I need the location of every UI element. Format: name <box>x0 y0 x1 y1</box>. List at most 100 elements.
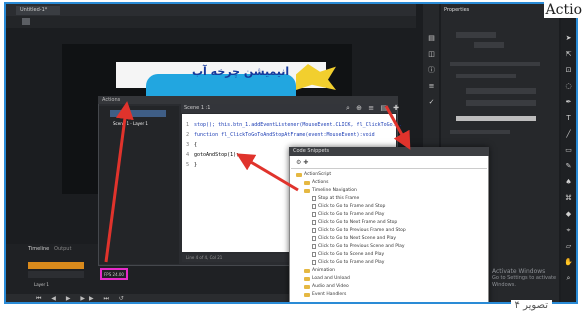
banner-title: انیمیشن چرخه آب <box>192 65 290 78</box>
tab-timeline[interactable]: Timeline <box>28 246 49 252</box>
snippet-label: Click to Go to Previous Frame and Stop <box>318 228 406 233</box>
pen-icon[interactable]: ✒ <box>564 98 573 107</box>
snippet-icon <box>312 212 316 217</box>
playback-controls[interactable]: ⏮ ◀ ▶ ▶▶ ⏭ ↺ <box>36 295 128 302</box>
layer-label: Layer 1 <box>34 282 49 287</box>
bone-icon[interactable]: ⌘ <box>564 194 573 203</box>
snippet-folder[interactable]: Actions <box>304 180 328 185</box>
code-line: function fl_ClickToGoToAndStopAtFrame(ev… <box>194 132 375 138</box>
line-number: 4 <box>186 152 190 158</box>
hand-icon[interactable]: ✋ <box>564 258 573 267</box>
folder-icon <box>304 276 310 281</box>
props-slider[interactable] <box>456 116 536 121</box>
figure-caption: تصویر ۴ <box>510 300 552 311</box>
snippet-icon <box>312 228 316 233</box>
snippet-folder[interactable]: ActionScript <box>296 172 331 177</box>
snippet-item[interactable]: Click to Go to Frame and Stop <box>312 204 385 209</box>
script-tab[interactable]: Scene 1 :1 <box>184 105 210 111</box>
selection-icon[interactable]: ➤ <box>564 34 573 43</box>
props-row <box>450 62 540 66</box>
pencil-icon[interactable]: ✎ <box>564 162 573 171</box>
eyedropper-icon[interactable]: ⌖ <box>564 226 573 235</box>
text-tool-icon[interactable]: T <box>564 114 573 123</box>
snippet-label: Stop at this Frame <box>318 196 360 201</box>
snippet-item[interactable]: Click to Go to Previous Scene and Play <box>312 244 405 249</box>
snippet-label: Timeline Navigation <box>312 188 357 193</box>
folder-icon <box>304 284 310 289</box>
snippet-icon <box>312 244 316 249</box>
snippet-icon <box>312 204 316 209</box>
frame-label: FPS 24.00 <box>104 272 124 277</box>
corner-label: Actio <box>543 2 584 18</box>
document-tab[interactable]: Untitled-1* <box>16 6 60 15</box>
info-icon[interactable]: ⓘ <box>427 66 436 75</box>
snippet-icon <box>312 252 316 257</box>
snippet-label: Load and Unload <box>312 276 350 281</box>
props-row <box>450 130 510 134</box>
snippet-label: Click to Go to Next Frame and Stop <box>318 220 398 225</box>
line-number: 5 <box>186 162 190 168</box>
snippet-folder[interactable]: Timeline Navigation <box>304 188 357 193</box>
scene-icon[interactable] <box>22 18 30 25</box>
snippet-item[interactable]: Click to Go to Frame and Play <box>312 260 384 265</box>
edit-bar <box>6 16 416 28</box>
snippet-folder[interactable]: Event Handlers <box>304 292 346 297</box>
line-tool-icon[interactable]: ╱ <box>564 130 573 139</box>
snippet-label: Click to Go to Frame and Play <box>318 260 385 265</box>
props-field[interactable] <box>466 88 536 94</box>
divider <box>291 168 487 169</box>
line-number: 2 <box>186 132 190 138</box>
snippet-folder[interactable]: Load and Unload <box>304 276 350 281</box>
transform-tool-icon[interactable]: ⊡ <box>564 66 573 75</box>
props-field[interactable] <box>466 100 536 106</box>
snippet-folder[interactable]: Audio and Video <box>304 284 349 289</box>
snippet-label: Click to Go to Frame and Play <box>318 212 385 217</box>
snippet-item[interactable]: Click to Go to Previous Frame and Stop <box>312 228 406 233</box>
timeline-tabs: Timeline Output <box>28 246 71 252</box>
snippet-item[interactable]: Stop at this Frame <box>312 196 359 201</box>
actions-panel-header[interactable]: Actions <box>98 96 398 104</box>
folder-icon <box>304 292 310 297</box>
snippet-icon <box>312 220 316 225</box>
align-icon[interactable]: ≡ <box>427 82 436 91</box>
folder-icon <box>296 172 302 177</box>
navigator-item-scene1[interactable]: Scene 1 - Layer 1 <box>110 110 166 126</box>
snippet-label: Click to Go to Frame and Stop <box>318 204 386 209</box>
brush-icon[interactable]: ♠ <box>564 178 573 187</box>
paint-bucket-icon[interactable]: ◆ <box>564 210 573 219</box>
snippet-icon <box>312 236 316 241</box>
folder-icon <box>304 188 310 193</box>
props-row <box>456 32 496 38</box>
code-line: gotoAndStop(1); <box>194 152 240 158</box>
snippet-item[interactable]: Click to Go to Next Frame and Stop <box>312 220 397 225</box>
rectangle-icon[interactable]: ▭ <box>564 146 573 155</box>
folder-icon <box>304 180 310 185</box>
code-line: stop(); this.btn_1.addEventListener(Mous… <box>194 122 402 128</box>
code-snippets-title[interactable]: Code Snippets <box>289 147 489 156</box>
eraser-icon[interactable]: ▱ <box>564 242 573 251</box>
tab-output[interactable]: Output <box>54 246 71 252</box>
transform-icon[interactable]: ✓ <box>427 98 436 107</box>
subselection-icon[interactable]: ⇱ <box>564 50 573 59</box>
line-number: 3 <box>186 142 190 148</box>
snippet-folder[interactable]: Animation <box>304 268 335 273</box>
folder-icon <box>304 268 310 273</box>
script-toolbar[interactable]: ⌕ ⊕ ≡ ▤ ✚ <box>346 104 401 113</box>
properties-tab[interactable]: Properties <box>444 7 469 13</box>
snippet-item[interactable]: Click to Go to Next Scene and Play <box>312 236 396 241</box>
library-icon[interactable]: ◫ <box>427 50 436 59</box>
layer-row-layer1[interactable]: Layer 1 <box>28 271 84 287</box>
snippet-icon <box>312 196 316 201</box>
snippet-item[interactable]: Click to Go to Scene and Play <box>312 252 384 257</box>
props-row <box>456 74 516 78</box>
snippet-label: Animation <box>312 268 335 273</box>
snippet-toolbar[interactable]: ⚙ ✚ <box>296 159 308 166</box>
code-line: } <box>194 162 198 168</box>
properties-icon[interactable]: ▤ <box>427 34 436 43</box>
code-line: { <box>194 142 198 148</box>
snippet-label: Audio and Video <box>312 284 349 289</box>
snippet-item[interactable]: Click to Go to Frame and Play <box>312 212 384 217</box>
lasso-icon[interactable]: ◌ <box>564 82 573 91</box>
snippet-label: ActionScript <box>304 172 332 177</box>
layer-row-actions[interactable]: Actions <box>28 262 84 278</box>
